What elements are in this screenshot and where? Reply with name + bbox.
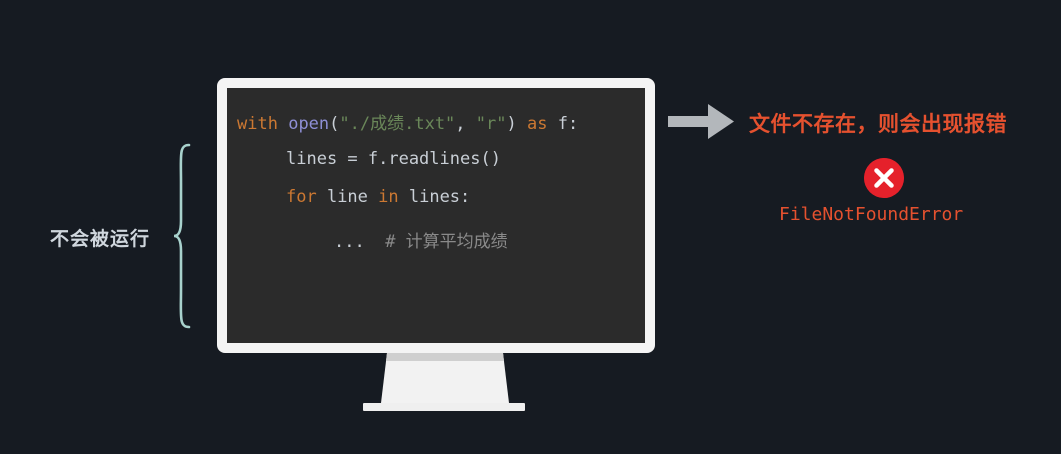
monitor: with open("./成绩.txt", "r") as f: lines =… <box>217 78 655 353</box>
not-executed-label: 不会被运行 <box>50 228 151 250</box>
string-mode: "r" <box>475 114 507 134</box>
comma: , <box>455 114 476 134</box>
curly-brace-icon <box>173 143 191 329</box>
right-arrow-icon <box>668 104 734 139</box>
code-line-4: ... # 计算平均成绩 <box>334 227 508 252</box>
string-path: "./成绩.txt" <box>339 114 456 134</box>
loop-var: line <box>316 187 379 207</box>
code-screen: with open("./成绩.txt", "r") as f: lines =… <box>227 88 645 343</box>
keyword-for: for <box>286 187 317 207</box>
paren-close: ) <box>506 114 517 134</box>
variable-f: f: <box>557 114 579 134</box>
result-message: 文件不存在，则会出现报错 <box>749 112 1007 136</box>
ellipsis: ... <box>334 232 365 252</box>
paren-open: ( <box>329 114 340 134</box>
monitor-stand-base <box>363 403 525 411</box>
code-line-3: for line in lines: <box>286 187 470 207</box>
keyword-with: with <box>237 114 278 134</box>
error-name: FileNotFoundError <box>779 204 964 225</box>
code-comment: # 计算平均成绩 <box>385 232 508 252</box>
keyword-as: as <box>527 114 548 134</box>
function-open: open <box>288 114 330 134</box>
code-line-1: with open("./成绩.txt", "r") as f: <box>237 109 578 134</box>
loop-iterable: lines: <box>398 187 471 207</box>
keyword-in: in <box>378 187 399 207</box>
error-x-icon <box>864 158 904 198</box>
monitor-stand-neck <box>381 353 509 403</box>
code-line-2: lines = f.readlines() <box>286 149 501 169</box>
